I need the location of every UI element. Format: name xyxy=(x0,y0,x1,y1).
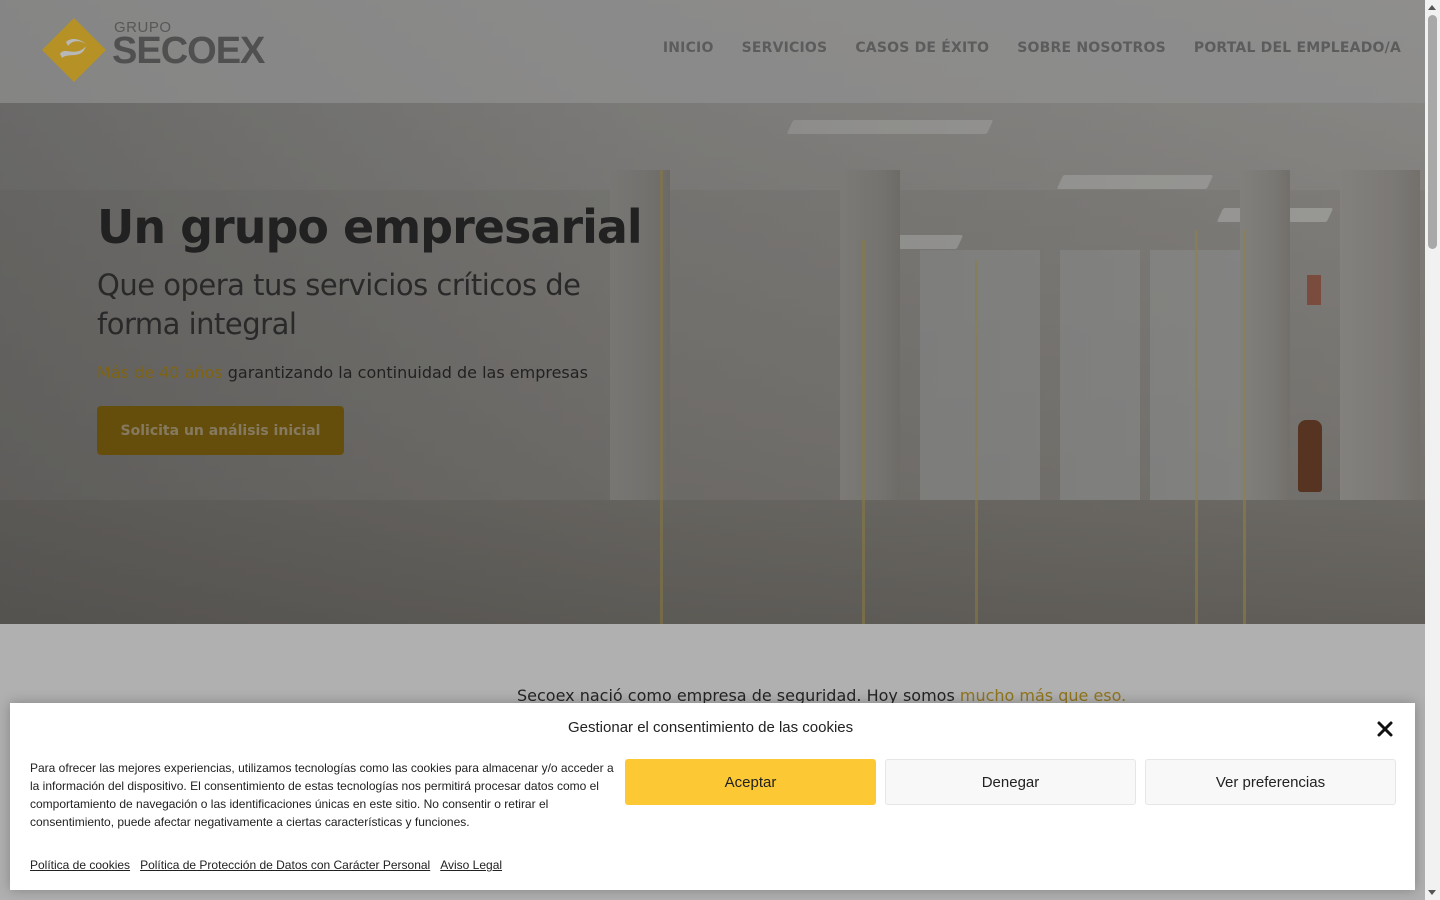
deny-cookies-button[interactable]: Denegar xyxy=(885,759,1136,805)
cookie-banner-message: Para ofrecer las mejores experiencias, u… xyxy=(30,761,614,829)
view-preferences-button[interactable]: Ver preferencias xyxy=(1145,759,1396,805)
scroll-thumb[interactable] xyxy=(1428,15,1437,249)
cookie-consent-banner: Gestionar el consentimiento de las cooki… xyxy=(10,703,1415,890)
data-protection-policy-link[interactable]: Política de Protección de Datos con Cará… xyxy=(140,858,430,872)
cookie-policy-links: Política de cookies Política de Protecci… xyxy=(30,858,502,872)
close-icon[interactable] xyxy=(1374,718,1396,740)
page-scrollbar[interactable] xyxy=(1425,0,1440,900)
accept-cookies-button[interactable]: Aceptar xyxy=(625,759,876,805)
legal-notice-link[interactable]: Aviso Legal xyxy=(440,858,502,872)
scroll-up-arrow-icon[interactable] xyxy=(1428,5,1436,10)
scroll-down-arrow-icon[interactable] xyxy=(1428,890,1436,895)
cookie-banner-title: Gestionar el consentimiento de las cooki… xyxy=(568,719,854,736)
cookie-policy-link[interactable]: Política de cookies xyxy=(30,858,130,872)
